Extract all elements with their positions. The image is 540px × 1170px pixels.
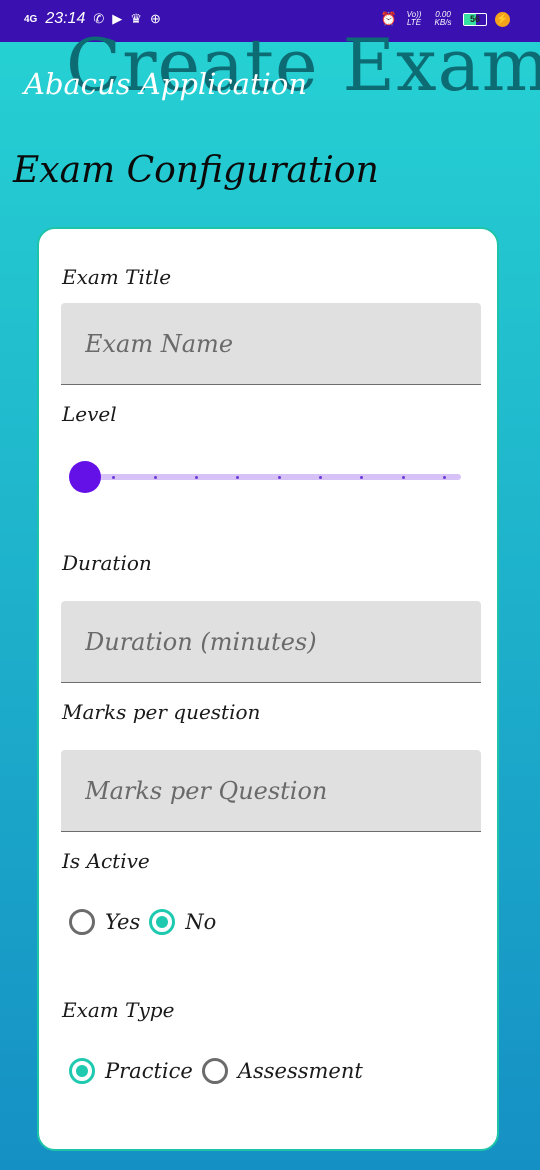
radio-no-circle[interactable]: [149, 909, 176, 935]
signal-icon: 4G: [24, 13, 38, 25]
is-active-label: Is Active: [62, 849, 150, 873]
app-title: Abacus Application: [24, 67, 308, 101]
exam-type-radio-group: Practice Assessment: [69, 1058, 372, 1084]
slider-tick: [401, 476, 405, 479]
radio-yes[interactable]: Yes: [69, 909, 140, 935]
slider-tick: [319, 476, 322, 479]
duration-field[interactable]: [61, 601, 481, 683]
radio-no[interactable]: No: [149, 909, 216, 935]
exam-type-label: Exam Type: [62, 998, 175, 1022]
exam-name-input[interactable]: [61, 328, 481, 359]
marks-label: Marks per question: [62, 700, 261, 724]
radio-yes-label[interactable]: Yes: [105, 910, 140, 934]
radio-assessment-label[interactable]: Assessment: [238, 1059, 363, 1083]
slider-tick: [277, 476, 281, 479]
radio-no-label[interactable]: No: [185, 910, 216, 934]
radio-assessment[interactable]: Assessment: [201, 1058, 363, 1084]
duration-label: Duration: [62, 551, 152, 575]
radio-yes-circle[interactable]: [69, 909, 95, 935]
exam-config-card: Exam Title Level Duration Marks per ques…: [37, 227, 499, 1151]
slider-tick: [443, 476, 446, 479]
level-label: Level: [62, 402, 117, 426]
radio-practice-circle[interactable]: [69, 1058, 95, 1084]
page-title: Exam Configuration: [13, 150, 379, 191]
exam-title-field[interactable]: [61, 303, 481, 385]
marks-input[interactable]: [61, 775, 481, 806]
exam-title-label: Exam Title: [62, 265, 172, 289]
slider-thumb[interactable]: [69, 461, 101, 493]
slider-tick: [195, 476, 198, 479]
marks-field[interactable]: [61, 750, 481, 832]
radio-assessment-circle[interactable]: [201, 1058, 228, 1084]
slider-tick: [153, 476, 157, 479]
level-slider[interactable]: [69, 459, 461, 495]
radio-practice[interactable]: Practice: [69, 1058, 193, 1084]
radio-practice-label[interactable]: Practice: [105, 1059, 193, 1083]
is-active-radio-group: Yes No: [69, 909, 225, 935]
duration-input[interactable]: [61, 626, 481, 657]
